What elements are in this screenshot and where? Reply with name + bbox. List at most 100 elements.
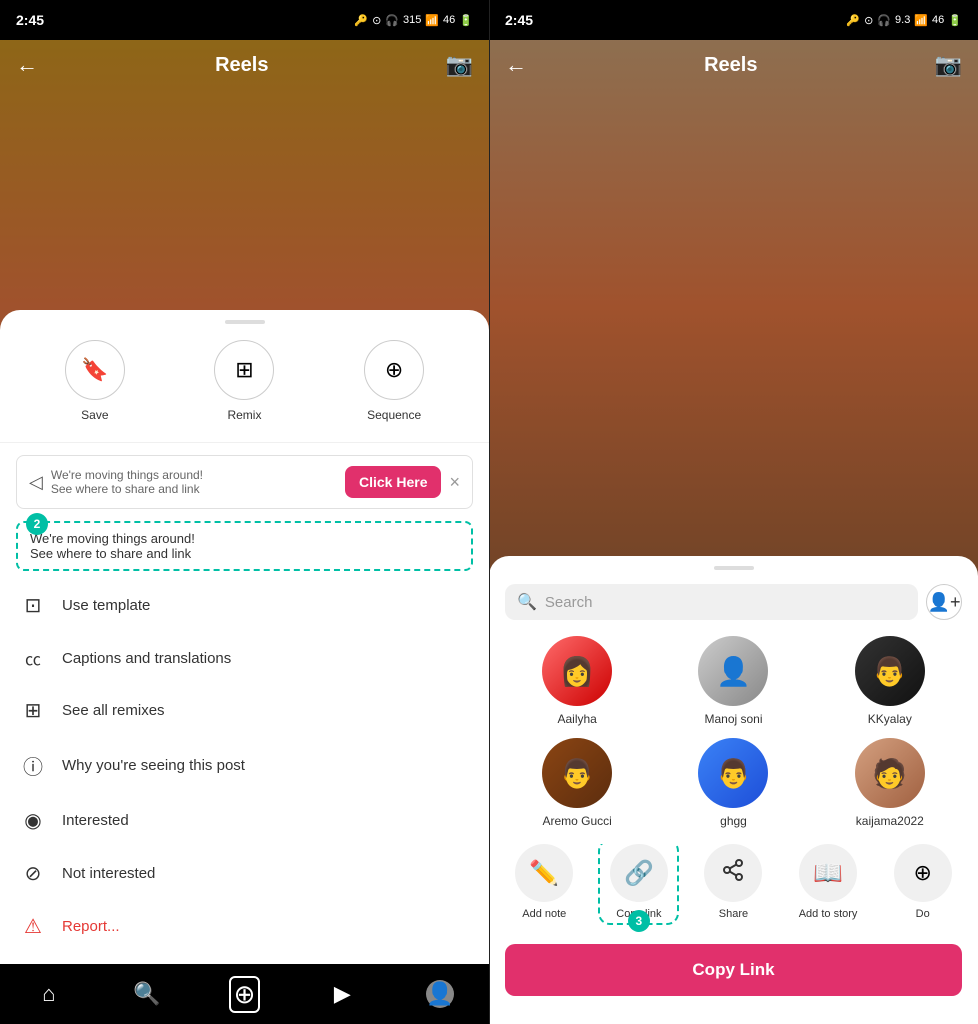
reels-nav-icon: ▶ <box>334 981 351 1007</box>
action-add-note[interactable]: ✏️ Add note <box>512 844 577 920</box>
status-time-left: 2:45 <box>16 12 44 28</box>
action-copy-link[interactable]: 3 🔗 Copy link <box>606 844 671 920</box>
share-icon <box>721 858 745 888</box>
copy-link-icon: 🔗 <box>624 859 654 888</box>
menu-item-interested[interactable]: ◉ Interested <box>0 794 489 847</box>
search-placeholder: Search <box>545 594 906 611</box>
remix-icon-circle: ⊞ <box>214 340 274 400</box>
nav-reels[interactable]: ▶ <box>317 969 367 1019</box>
camera-icon-right[interactable]: 📷 <box>935 52 962 78</box>
promo-line1: We're moving things around! <box>51 468 337 482</box>
profile-icon: 👤 <box>426 980 454 1008</box>
save-action[interactable]: 🔖 Save <box>65 340 125 422</box>
add-people-button[interactable]: 👤+ <box>926 584 962 620</box>
person-aremo-gucci[interactable]: 👨 Aremo Gucci <box>505 738 649 828</box>
notif-line2: See where to share and link <box>30 546 191 561</box>
notif-line1: We're moving things around! <box>30 531 195 546</box>
avatar-manoj-soni: 👤 <box>698 636 768 706</box>
avatar-face-manoj: 👤 <box>716 655 751 688</box>
sequence-action[interactable]: ⊕ Sequence <box>364 340 424 422</box>
person-aailyha[interactable]: 👩 Aailyha <box>505 636 649 726</box>
report-icon: ⚠ <box>20 914 46 939</box>
not-interested-label: Not interested <box>62 865 155 882</box>
avatar-kaijama: 🧑 <box>855 738 925 808</box>
promo-text: We're moving things around! See where to… <box>51 468 337 496</box>
save-label: Save <box>81 408 108 422</box>
notification-text: We're moving things around! See where to… <box>30 531 459 561</box>
action-share[interactable]: Share <box>701 844 766 920</box>
sequence-label: Sequence <box>367 408 421 422</box>
bottom-sheet: 🔖 Save ⊞ Remix ⊕ Sequence ◁ We're moving… <box>0 310 489 1024</box>
right-panel: 2:45 🔑 ⊙ 🎧 9.3 📶 46 🔋 ← Reels 📷 🔍 Search… <box>489 0 978 1024</box>
reels-title-left: Reels <box>215 54 268 77</box>
action-more[interactable]: ⊕ Do <box>890 844 955 920</box>
use-template-label: Use template <box>62 597 150 614</box>
nav-search[interactable]: 🔍 <box>122 969 172 1019</box>
search-bar[interactable]: 🔍 Search <box>505 584 918 620</box>
avatar-face-aailyha: 👩 <box>560 655 595 688</box>
menu-list: ⊡ Use template ㏄ Captions and translatio… <box>0 579 489 1014</box>
share-circle <box>704 844 762 902</box>
not-interested-icon: ⊘ <box>20 861 46 886</box>
add-note-icon: ✏️ <box>529 859 559 888</box>
network-icon-right: 46 <box>932 14 944 26</box>
back-button-left[interactable]: ← <box>16 52 38 78</box>
add-note-label: Add note <box>522 908 566 920</box>
promo-close-button[interactable]: × <box>449 472 460 493</box>
person-manoj-soni[interactable]: 👤 Manoj soni <box>661 636 805 726</box>
avatar-face-kaijama: 🧑 <box>872 757 907 790</box>
camera-icon-left[interactable]: 📷 <box>446 52 473 78</box>
share-sheet: 🔍 Search 👤+ 👩 Aailyha 👤 Manoj soni <box>489 556 978 1024</box>
remix-action[interactable]: ⊞ Remix <box>214 340 274 422</box>
avatar-aailyha: 👩 <box>542 636 612 706</box>
wifi-icon: 📶 <box>425 14 439 27</box>
reels-header-left: ← Reels 📷 <box>0 40 489 90</box>
back-button-right[interactable]: ← <box>505 52 527 78</box>
avatar-kkyalay: 👨 <box>855 636 925 706</box>
nav-home[interactable]: ⌂ <box>24 969 74 1019</box>
copy-link-big-button[interactable]: Copy Link <box>505 944 962 996</box>
add-note-circle: ✏️ <box>515 844 573 902</box>
sheet-handle <box>225 320 265 324</box>
add-person-icon: 👤+ <box>928 592 961 613</box>
battery-icon-right: 🔋 <box>948 14 962 27</box>
avatar-face-ghgg: 👨 <box>716 757 751 790</box>
search-nav-icon: 🔍 <box>133 981 160 1007</box>
wifi-icon-right: 📶 <box>914 14 928 27</box>
sequence-icon-circle: ⊕ <box>364 340 424 400</box>
interested-label: Interested <box>62 812 129 829</box>
person-ghgg[interactable]: 👨 ghgg <box>661 738 805 828</box>
person-name-ghgg: ghgg <box>720 814 747 828</box>
bt-icon-right: 🎧 <box>877 14 891 27</box>
reels-title-right: Reels <box>704 54 757 77</box>
menu-item-why-seeing[interactable]: ⓘ Why you're seeing this post <box>0 737 489 794</box>
people-grid: 👩 Aailyha 👤 Manoj soni 👨 KKyalay 👨 <box>489 636 978 844</box>
reels-header-right: ← Reels 📷 <box>489 40 978 90</box>
nav-create[interactable]: ⊕ <box>219 969 269 1019</box>
remixes-icon: ⊞ <box>20 698 46 723</box>
nav-profile[interactable]: 👤 <box>415 969 465 1019</box>
data-icon-right: 9.3 <box>895 14 910 26</box>
menu-item-not-interested[interactable]: ⊘ Not interested <box>0 847 489 900</box>
search-row: 🔍 Search 👤+ <box>505 584 962 620</box>
action-add-to-story[interactable]: 📖 Add to story <box>796 844 861 920</box>
add-to-story-icon: 📖 <box>813 859 843 888</box>
menu-item-remixes[interactable]: ⊞ See all remixes <box>0 684 489 737</box>
promo-click-here-button[interactable]: Click Here <box>345 466 441 498</box>
person-kkyalay[interactable]: 👨 KKyalay <box>818 636 962 726</box>
share-sheet-handle <box>714 566 754 570</box>
network-icon: 46 <box>443 14 455 26</box>
copy-link-badge: 3 <box>628 910 650 932</box>
status-icons-left: 🔑 ⊙ 🎧 315 📶 46 🔋 <box>354 14 473 27</box>
person-name-kaijama: kaijama2022 <box>856 814 924 828</box>
menu-item-use-template[interactable]: ⊡ Use template <box>0 579 489 632</box>
share-actions-row: ✏️ Add note 3 🔗 Copy link <box>489 844 978 936</box>
person-kaijama2022[interactable]: 🧑 kaijama2022 <box>818 738 962 828</box>
home-icon: ⌂ <box>42 981 55 1007</box>
menu-item-report[interactable]: ⚠ Report... <box>0 900 489 953</box>
menu-item-captions[interactable]: ㏄ Captions and translations <box>0 632 489 684</box>
status-icons-right: 🔑 ⊙ 🎧 9.3 📶 46 🔋 <box>846 14 962 27</box>
avatar-face-kkyalay: 👨 <box>872 655 907 688</box>
search-icon: 🔍 <box>517 592 537 612</box>
status-bar-right: 2:45 🔑 ⊙ 🎧 9.3 📶 46 🔋 <box>489 0 978 40</box>
